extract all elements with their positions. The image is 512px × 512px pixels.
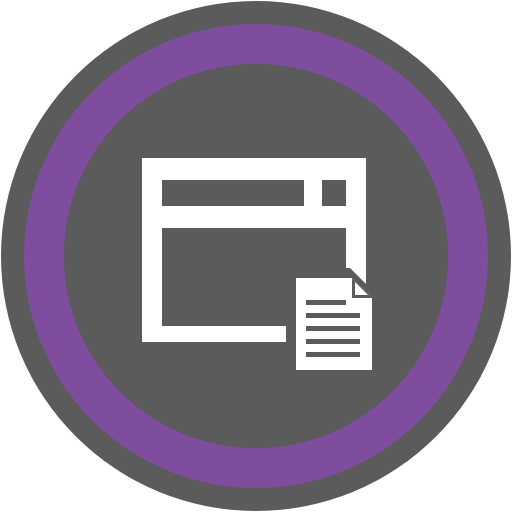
app-icon (0, 0, 512, 512)
window-with-document-icon (1, 1, 511, 511)
